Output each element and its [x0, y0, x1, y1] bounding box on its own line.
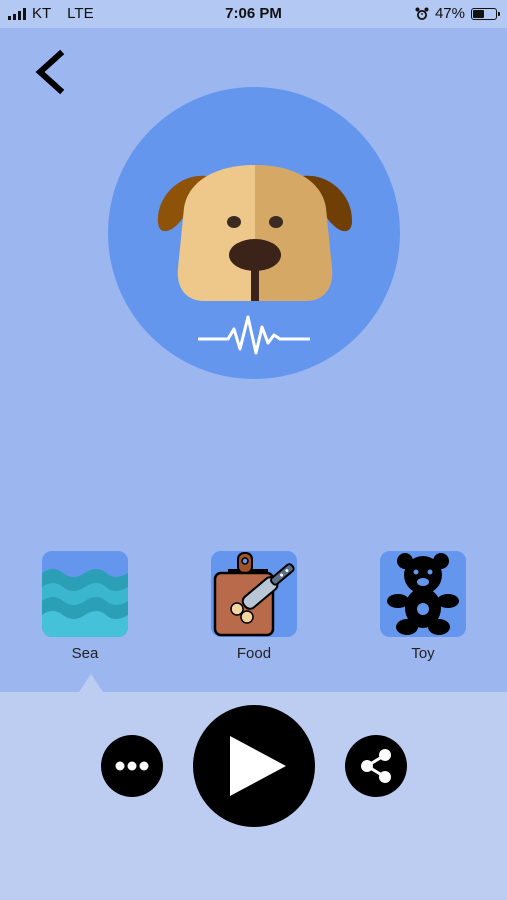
category-food-tile[interactable] [211, 551, 297, 637]
sound-circle[interactable] [108, 87, 400, 379]
back-button[interactable] [28, 48, 76, 96]
cutting-board-knife-icon [211, 551, 297, 637]
category-sea[interactable]: Sea [42, 551, 128, 662]
category-toy[interactable]: Toy [380, 551, 466, 662]
more-button[interactable] [101, 735, 163, 797]
sound-wave-icon [198, 315, 310, 355]
alarm-icon [415, 7, 429, 20]
category-sea-tile[interactable] [42, 551, 128, 637]
selected-category-pointer [79, 674, 103, 692]
category-sea-label: Sea [71, 645, 99, 662]
category-food-label: Food [236, 645, 272, 662]
battery-icon [471, 7, 500, 20]
chevron-left-icon [35, 49, 65, 95]
status-bar: KT LTE 7:06 PM 47% [0, 0, 507, 28]
dog-face-icon [157, 165, 353, 301]
category-list: Sea Food Toy [0, 551, 507, 671]
share-icon [361, 749, 391, 783]
teddy-bear-icon [380, 551, 466, 637]
category-toy-tile[interactable] [380, 551, 466, 637]
category-toy-label: Toy [411, 645, 435, 662]
more-dots-icon [115, 761, 149, 771]
battery-percent: 47% [434, 5, 465, 22]
share-button[interactable] [345, 735, 407, 797]
play-button[interactable] [193, 705, 315, 827]
sea-waves-icon [42, 551, 128, 637]
category-food[interactable]: Food [211, 551, 297, 662]
status-right: 47% [415, 5, 500, 22]
play-icon [230, 736, 286, 796]
